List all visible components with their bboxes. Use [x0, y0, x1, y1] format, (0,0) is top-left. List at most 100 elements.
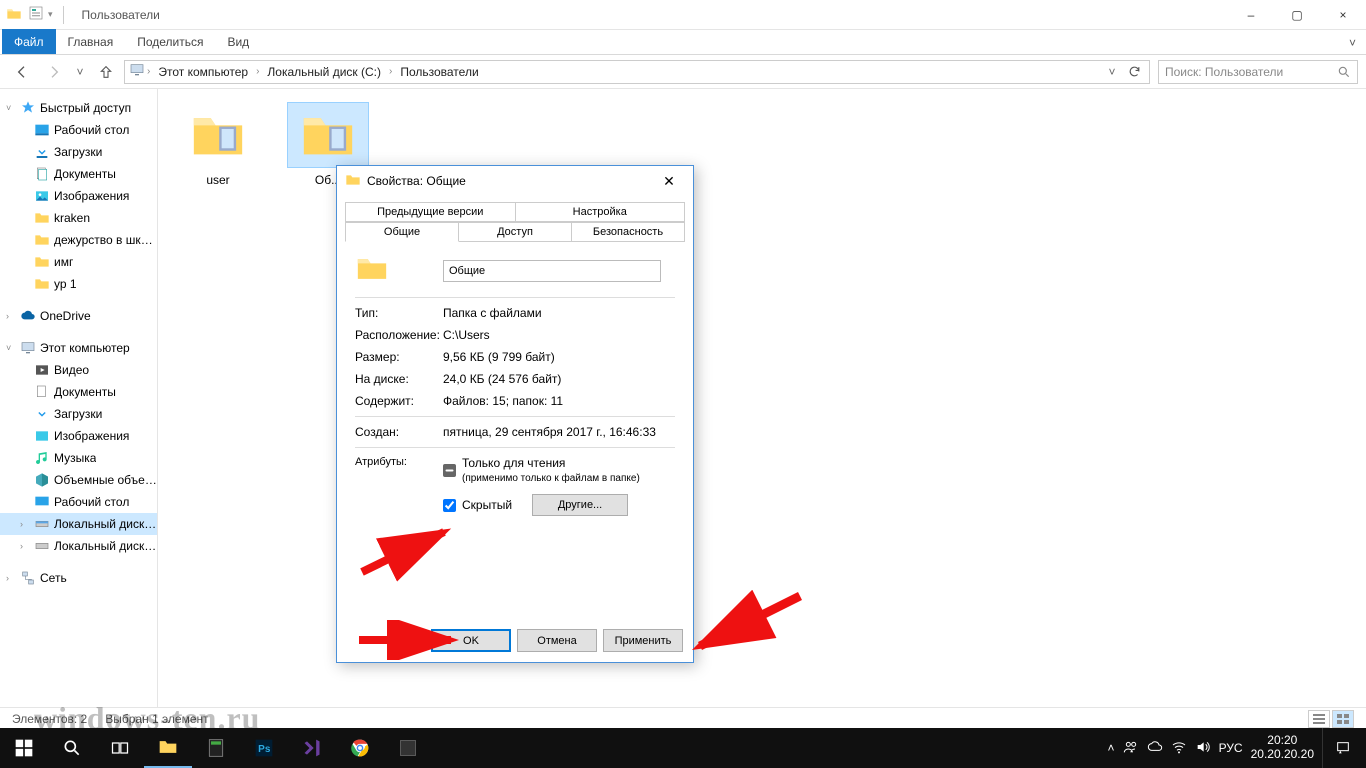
tree-local-disk-e[interactable]: ›Локальный диск (E:)	[0, 535, 157, 557]
start-button[interactable]	[0, 728, 48, 768]
ribbon-expand-icon[interactable]: ˅	[1339, 32, 1366, 54]
qat-dropdown-icon[interactable]: ▾	[48, 9, 53, 20]
minimize-button[interactable]: –	[1228, 0, 1274, 30]
tree-network[interactable]: ›Сеть	[0, 567, 157, 589]
refresh-button[interactable]	[1123, 61, 1145, 83]
tree-downloads-pc[interactable]: Загрузки	[0, 403, 157, 425]
tray-clock[interactable]: 20:2020.20.20.20	[1251, 734, 1314, 762]
checkbox-readonly[interactable]: Только для чтения(применимо только к фай…	[443, 456, 675, 484]
tray-people-icon[interactable]	[1123, 739, 1139, 758]
tree-documents-pc[interactable]: Документы	[0, 381, 157, 403]
other-attributes-button[interactable]: Другие...	[532, 494, 628, 516]
taskbar-taskview-icon[interactable]	[96, 728, 144, 768]
tree-videos[interactable]: Видео	[0, 359, 157, 381]
tab-home[interactable]: Главная	[56, 30, 126, 54]
tab-share[interactable]: Поделиться	[125, 30, 215, 54]
tree-pictures[interactable]: Изображения	[0, 185, 157, 207]
tree-this-pc[interactable]: ˅Этот компьютер	[0, 337, 157, 359]
tab-security[interactable]: Безопасность	[572, 222, 685, 241]
taskbar-chrome[interactable]	[336, 728, 384, 768]
tab-customize[interactable]: Настройка	[516, 202, 686, 222]
taskbar-app[interactable]	[384, 728, 432, 768]
tree-duty[interactable]: дежурство в школе	[0, 229, 157, 251]
chevron-right-icon[interactable]: ›	[256, 66, 259, 77]
tray-network-icon[interactable]	[1171, 739, 1187, 758]
view-icons-button[interactable]	[1332, 710, 1354, 728]
tree-desktop-pc[interactable]: Рабочий стол	[0, 491, 157, 513]
search-input[interactable]: Поиск: Пользователи	[1158, 60, 1358, 84]
taskbar-photoshop[interactable]: Ps	[240, 728, 288, 768]
desktop-icon	[34, 122, 50, 138]
tray-volume-icon[interactable]	[1195, 739, 1211, 758]
tray-onedrive-icon[interactable]	[1147, 739, 1163, 758]
tree-local-disk-c[interactable]: ›Локальный диск (C:)	[0, 513, 157, 535]
qat-properties-icon[interactable]	[28, 5, 44, 24]
pictures-icon	[34, 428, 50, 444]
recent-dropdown[interactable]: ˅	[72, 58, 88, 86]
taskbar-explorer[interactable]	[144, 728, 192, 768]
maximize-button[interactable]: ▢	[1274, 0, 1320, 30]
taskbar-search-icon[interactable]	[48, 728, 96, 768]
status-item-count: Элементов: 2	[12, 712, 87, 726]
value-size: 9,56 КБ (9 799 байт)	[443, 350, 555, 364]
tray-up-icon[interactable]: ˄	[1108, 741, 1115, 755]
tree-onedrive[interactable]: ›OneDrive	[0, 305, 157, 327]
chevron-right-icon[interactable]: ›	[147, 66, 150, 77]
back-button[interactable]	[8, 58, 36, 86]
forward-button[interactable]	[40, 58, 68, 86]
tree-3d-objects[interactable]: Объемные объекты	[0, 469, 157, 491]
pc-icon	[129, 62, 145, 81]
folder-icon	[178, 103, 258, 167]
ribbon-tabs: Файл Главная Поделиться Вид ˅	[0, 30, 1366, 55]
file-tab[interactable]: Файл	[2, 29, 56, 54]
view-details-button[interactable]	[1308, 710, 1330, 728]
window-title: Пользователи	[82, 8, 160, 22]
tab-general[interactable]: Общие	[345, 222, 459, 242]
tree-music[interactable]: Музыка	[0, 447, 157, 469]
apply-button[interactable]: Применить	[603, 629, 683, 652]
status-selection: Выбран 1 элемент	[105, 712, 208, 726]
tab-previous-versions[interactable]: Предыдущие версии	[345, 202, 516, 222]
ok-button[interactable]: OK	[431, 629, 511, 652]
tree-kraken[interactable]: kraken	[0, 207, 157, 229]
label-contains: Содержит:	[355, 394, 443, 408]
tree-documents[interactable]: Документы	[0, 163, 157, 185]
chevron-right-icon[interactable]: ›	[389, 66, 392, 77]
tree-quick-access[interactable]: ˅Быстрый доступ	[0, 97, 157, 119]
tray-language[interactable]: РУС	[1219, 741, 1243, 755]
taskbar-calculator[interactable]	[192, 728, 240, 768]
cube-icon	[34, 472, 50, 488]
tree-pictures-pc[interactable]: Изображения	[0, 425, 157, 447]
close-button[interactable]: ×	[1320, 0, 1366, 30]
tree-ur1[interactable]: ур 1	[0, 273, 157, 295]
taskbar-visualstudio[interactable]	[288, 728, 336, 768]
dialog-tabs: Предыдущие версии Настройка Общие Доступ…	[345, 202, 685, 242]
cancel-button[interactable]: Отмена	[517, 629, 597, 652]
tree-desktop[interactable]: Рабочий стол	[0, 119, 157, 141]
disk-icon	[34, 538, 50, 554]
tab-view[interactable]: Вид	[215, 30, 261, 54]
crumb-local-disk-c[interactable]: Локальный диск (C:)	[261, 63, 387, 81]
folder-name-input[interactable]	[443, 260, 661, 282]
star-icon	[20, 100, 36, 116]
tree-img[interactable]: имг	[0, 251, 157, 273]
navigation-tree[interactable]: ˅Быстрый доступ Рабочий стол Загрузки До…	[0, 89, 158, 708]
documents-icon	[34, 384, 50, 400]
music-icon	[34, 450, 50, 466]
tree-downloads[interactable]: Загрузки	[0, 141, 157, 163]
tab-sharing[interactable]: Доступ	[459, 222, 572, 241]
folder-user[interactable]: user	[178, 103, 258, 187]
dialog-close-button[interactable]: ✕	[653, 166, 685, 196]
up-button[interactable]	[92, 58, 120, 86]
crumb-this-pc[interactable]: Этот компьютер	[152, 63, 254, 81]
checkbox-hidden[interactable]: Скрытый	[443, 498, 512, 512]
address-dropdown[interactable]: ˅	[1101, 61, 1123, 83]
dialog-titlebar[interactable]: Свойства: Общие ✕	[337, 166, 693, 196]
crumb-users[interactable]: Пользователи	[394, 63, 484, 81]
label-size-on-disk: На диске:	[355, 372, 443, 386]
properties-dialog: Свойства: Общие ✕ Предыдущие версии Наст…	[336, 165, 694, 663]
tray-notifications-icon[interactable]	[1322, 728, 1362, 768]
folder-icon	[34, 254, 50, 270]
navigation-bar: ˅ › Этот компьютер › Локальный диск (C:)…	[0, 55, 1366, 89]
address-bar[interactable]: › Этот компьютер › Локальный диск (C:) ›…	[124, 60, 1150, 84]
